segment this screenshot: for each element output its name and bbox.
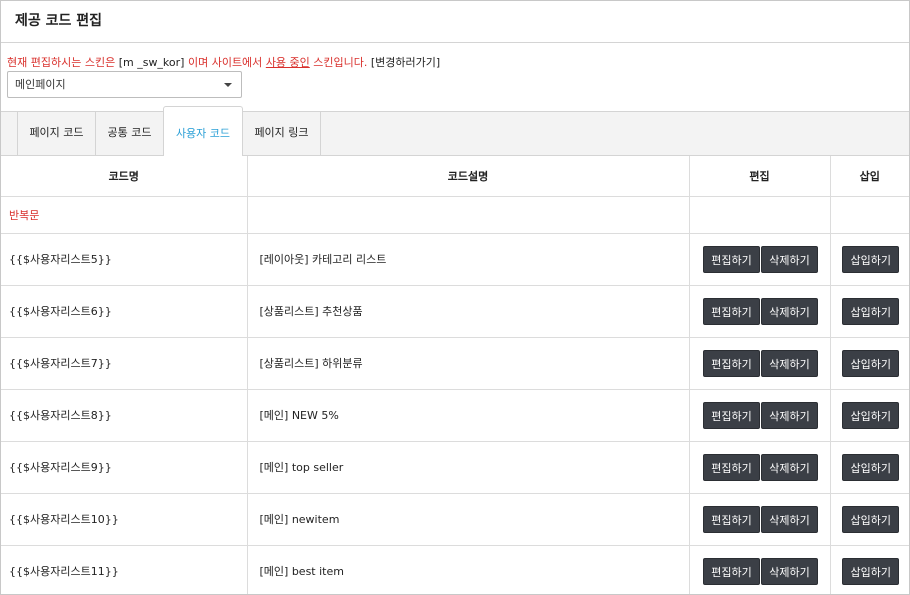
chevron-down-icon bbox=[224, 83, 232, 87]
notice-skin-name: [m _sw_kor] bbox=[118, 56, 185, 69]
header-insert: 삽입 bbox=[830, 156, 909, 197]
insert-button[interactable]: 삽입하기 bbox=[842, 401, 900, 429]
code-desc: [레이아웃] 카테고리 리스트 bbox=[247, 233, 690, 286]
table-row: {{$사용자리스트8}} [메인] NEW 5% 편집하기 삭제하기 삽입하기 bbox=[1, 389, 909, 442]
code-desc: [메인] best item bbox=[247, 545, 690, 594]
delete-button[interactable]: 삭제하기 bbox=[761, 557, 818, 585]
insert-button[interactable]: 삽입하기 bbox=[842, 349, 900, 377]
header-code-name: 코드명 bbox=[1, 156, 248, 197]
code-name: {{$사용자리스트8}} bbox=[1, 389, 248, 442]
insert-button[interactable]: 삽입하기 bbox=[842, 453, 900, 481]
insert-button[interactable]: 삽입하기 bbox=[842, 557, 900, 585]
insert-button[interactable]: 삽입하기 bbox=[842, 245, 900, 273]
delete-button[interactable]: 삭제하기 bbox=[761, 349, 818, 377]
code-table: 코드명 코드설명 편집 삽입 반복문 {{$사용자리스트5}} [레이아웃] 카… bbox=[1, 156, 909, 594]
code-desc: [메인] NEW 5% bbox=[247, 389, 690, 442]
header-code-desc: 코드설명 bbox=[247, 156, 690, 197]
code-tabs: 페이지 코드 공통 코드 사용자 코드 페이지 링크 bbox=[1, 106, 909, 157]
delete-button[interactable]: 삭제하기 bbox=[761, 505, 818, 533]
code-name: {{$사용자리스트11}} bbox=[1, 545, 248, 594]
table-row: {{$사용자리스트10}} [메인] newitem 편집하기 삭제하기 삽입하기 bbox=[1, 493, 909, 546]
edit-button[interactable]: 편집하기 bbox=[703, 557, 760, 585]
page-select-value: 메인페이지 bbox=[15, 78, 66, 91]
table-row: {{$사용자리스트9}} [메인] top seller 편집하기 삭제하기 삽입… bbox=[1, 441, 909, 494]
group-label-loop: 반복문 bbox=[1, 196, 248, 234]
table-row: {{$사용자리스트6}} [상품리스트] 추천상품 편집하기 삭제하기 삽입하기 bbox=[1, 285, 909, 338]
code-editor-panel: 제공 코드 편집 현재 편집하시는 스킨은 [m _sw_kor] 이며 사이트… bbox=[0, 0, 910, 595]
code-desc: [상품리스트] 추천상품 bbox=[247, 285, 690, 338]
page-select[interactable]: 메인페이지 bbox=[7, 71, 242, 98]
edit-button[interactable]: 편집하기 bbox=[703, 453, 760, 481]
tab-page-link[interactable]: 페이지 링크 bbox=[243, 111, 321, 156]
notice-in-use-link[interactable]: 사용 중인 bbox=[266, 56, 310, 69]
code-name: {{$사용자리스트7}} bbox=[1, 337, 248, 390]
skin-notice: 현재 편집하시는 스킨은 [m _sw_kor] 이며 사이트에서 사용 중인 … bbox=[1, 43, 909, 70]
notice-suffix: 스킨입니다. bbox=[309, 56, 371, 69]
notice-middle: 이며 사이트에서 bbox=[184, 56, 266, 69]
edit-button[interactable]: 편집하기 bbox=[703, 401, 760, 429]
code-name: {{$사용자리스트10}} bbox=[1, 493, 248, 546]
tab-common-code[interactable]: 공통 코드 bbox=[96, 111, 164, 156]
edit-button[interactable]: 편집하기 bbox=[703, 245, 760, 273]
table-row: {{$사용자리스트7}} [상품리스트] 하위분류 편집하기 삭제하기 삽입하기 bbox=[1, 337, 909, 390]
tab-page-code[interactable]: 페이지 코드 bbox=[17, 111, 96, 156]
tab-user-code[interactable]: 사용자 코드 bbox=[163, 106, 243, 157]
code-name: {{$사용자리스트6}} bbox=[1, 285, 248, 338]
delete-button[interactable]: 삭제하기 bbox=[761, 297, 818, 325]
edit-button[interactable]: 편집하기 bbox=[703, 505, 760, 533]
code-desc: [메인] top seller bbox=[247, 441, 690, 494]
code-name: {{$사용자리스트9}} bbox=[1, 441, 248, 494]
delete-button[interactable]: 삭제하기 bbox=[761, 401, 818, 429]
code-desc: [상품리스트] 하위분류 bbox=[247, 337, 690, 390]
code-desc: [메인] newitem bbox=[247, 493, 690, 546]
edit-button[interactable]: 편집하기 bbox=[703, 349, 760, 377]
table-row: {{$사용자리스트5}} [레이아웃] 카테고리 리스트 편집하기 삭제하기 삽입… bbox=[1, 233, 909, 286]
delete-button[interactable]: 삭제하기 bbox=[761, 245, 818, 273]
notice-prefix: 현재 편집하시는 스킨은 bbox=[7, 56, 119, 69]
group-row: 반복문 bbox=[1, 196, 909, 234]
delete-button[interactable]: 삭제하기 bbox=[761, 453, 818, 481]
header-edit: 편집 bbox=[689, 156, 831, 197]
code-name: {{$사용자리스트5}} bbox=[1, 233, 248, 286]
change-skin-link[interactable]: [변경하러가기] bbox=[371, 56, 440, 69]
table-row: {{$사용자리스트11}} [메인] best item 편집하기 삭제하기 삽입… bbox=[1, 545, 909, 594]
insert-button[interactable]: 삽입하기 bbox=[842, 505, 900, 533]
page-title: 제공 코드 편집 bbox=[1, 1, 909, 43]
insert-button[interactable]: 삽입하기 bbox=[842, 297, 900, 325]
edit-button[interactable]: 편집하기 bbox=[703, 297, 760, 325]
